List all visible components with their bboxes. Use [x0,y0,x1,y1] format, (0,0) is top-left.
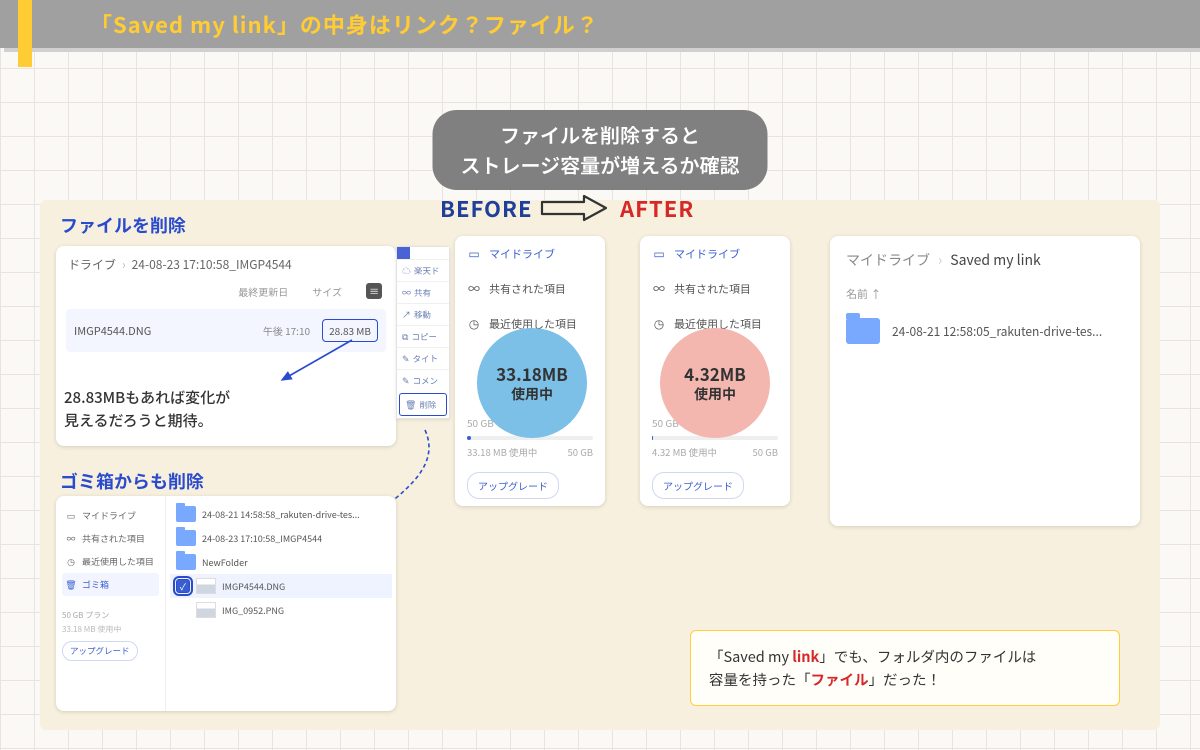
file-delete-card: ドライブ › 24-08-23 17:10:58_IMGP4544 最終更新日 … [56,246,396,446]
file-modified: 午後 17:10 [263,323,310,338]
share-icon: ∞ [652,280,666,297]
clock-icon: ◷ [652,315,666,332]
breadcrumb-leaf[interactable]: 24-08-23 17:10:58_IMGP4544 [132,256,292,273]
list-item[interactable]: 24-08-21 14:58:58_rakuten-drive-tes... [170,502,392,526]
upgrade-button[interactable]: アップグレード [467,472,559,499]
folder-icon [176,530,196,546]
stage: ファイルを削除 ゴミ箱からも削除 BEFORE AFTER ドライブ › 24-… [40,200,1160,730]
bubble-unit: 使用中 [694,385,736,403]
folder-icon [846,318,880,344]
sub-heading-text: ファイルを削除すると ストレージ容量が増えるか確認 [461,120,740,179]
file-name: IMGP4544.DNG [74,323,151,339]
share-icon: ∞ [65,532,77,545]
sidebar-item-recent[interactable]: ◷最近使用した項目 [62,550,159,573]
upgrade-button[interactable]: アップグレード [652,472,744,499]
label-before: BEFORE [440,192,532,224]
storage-usage-line: 4.32 MB 使用中50 GB [640,442,790,462]
trash-list: 24-08-21 14:58:58_rakuten-drive-tes... 2… [166,496,396,711]
menu-item-share[interactable]: ∞共有 [397,281,449,303]
drive-icon: ▭ [467,245,481,262]
list-item-selected[interactable]: ✓IMGP4544.DNG [170,574,392,598]
conclusion-box: 「Saved my link」でも、フォルダ内のファイルは 容量を持った「ファイ… [690,630,1120,706]
menu-item-copy[interactable]: ⧉コピー [397,325,449,347]
page-header: 「Saved my link」の中身はリンク？ファイル？ [0,0,1200,48]
label-after: AFTER [620,192,694,224]
bubble-value: 33.18MB [496,363,568,385]
sidebar-plan: 50 GB プラン [62,610,159,621]
breadcrumb-leaf[interactable]: Saved my link [950,250,1040,270]
drive-icon: ▭ [65,509,77,522]
sidebar-usage: 33.18 MB 使用中 [62,624,159,635]
sub-heading: ファイルを削除すると ストレージ容量が増えるか確認 [433,110,768,190]
col-modified[interactable]: 最終更新日 [238,284,288,299]
label-delete-trash: ゴミ箱からも削除 [60,468,204,494]
image-thumb-icon [196,578,216,594]
breadcrumb[interactable]: ドライブ › 24-08-23 17:10:58_IMGP4544 [56,246,396,279]
item-name: 24-08-21 12:58:05_rakuten-drive-tes... [892,323,1102,340]
sidebar-item-shared[interactable]: ∞共有された項目 [455,271,605,306]
list-item[interactable]: IMG_0952.PNG [170,598,392,622]
usage-bubble-after: 4.32MB 使用中 [660,328,770,438]
bubble-unit: 使用中 [511,385,553,403]
breadcrumb[interactable]: マイドライブ › Saved my link [830,236,1140,274]
chevron-right-icon: › [938,250,942,270]
list-view-toggle-icon[interactable]: ≡ [366,283,382,299]
list-item[interactable]: NewFolder [170,550,392,574]
upgrade-button[interactable]: アップグレード [62,641,138,661]
after-drive-card: マイドライブ › Saved my link 名前 ↑ 24-08-21 12:… [830,236,1140,526]
folder-icon [176,554,196,570]
annotation-note: 28.83MBもあれば変化が 見えるだろうと期待。 [64,387,230,432]
menu-item-comment[interactable]: ✎コメン [397,369,449,391]
bubble-value: 4.32MB [684,363,746,385]
share-icon: ∞ [467,280,481,297]
folder-icon [176,506,196,522]
before-after-arrow-icon [540,194,610,222]
sidebar-item-mydrive[interactable]: ▭マイドライブ [62,504,159,527]
list-item[interactable]: 24-08-23 17:10:58_IMGP4544 [170,526,392,550]
trash-icon: 🗑 [65,578,77,591]
clock-icon: ◷ [467,315,481,332]
usage-bubble-before: 33.18MB 使用中 [477,328,587,438]
column-headers: 最終更新日 サイズ ≡ [56,279,396,303]
drive-icon: ▭ [652,245,666,262]
menu-item-rename[interactable]: ✎タイト [397,347,449,369]
trash-card: ▭マイドライブ ∞共有された項目 ◷最近使用した項目 🗑ゴミ箱 50 GB プラ… [56,496,396,711]
page-title: 「Saved my link」の中身はリンク？ファイル？ [90,8,599,40]
context-menu: ☁楽天ド ∞共有 ↗移動 ⧉コピー ✎タイト ✎コメン 🗑削除 [396,246,450,419]
sidebar-item-mydrive[interactable]: ▭マイドライブ [455,236,605,271]
file-row[interactable]: IMGP4544.DNG 午後 17:10 28.83 MB [66,309,386,352]
sidebar-item-shared[interactable]: ∞共有された項目 [62,527,159,550]
breadcrumb-root[interactable]: ドライブ [68,256,116,273]
image-thumb-icon [196,602,216,618]
list-item[interactable]: 24-08-21 12:58:05_rakuten-drive-tes... [830,308,1140,354]
chevron-right-icon: › [122,256,126,273]
file-size-highlight: 28.83 MB [322,319,378,342]
breadcrumb-root[interactable]: マイドライブ [846,250,930,270]
menu-item-move[interactable]: ↗移動 [397,303,449,325]
clock-icon: ◷ [65,555,77,568]
sidebar: ▭マイドライブ ∞共有された項目 ◷最近使用した項目 🗑ゴミ箱 50 GB プラ… [56,496,166,711]
col-name[interactable]: 名前 ↑ [830,274,1140,308]
checkbox-checked-icon[interactable]: ✓ [176,579,190,593]
sidebar-item-trash[interactable]: 🗑ゴミ箱 [62,573,159,596]
storage-usage-line: 33.18 MB 使用中50 GB [455,442,605,462]
trash-icon: 🗑 [405,398,416,411]
accent-bar [18,0,32,67]
sidebar-item-shared[interactable]: ∞共有された項目 [640,271,790,306]
sidebar-item-mydrive[interactable]: ▭マイドライブ [640,236,790,271]
menu-item-delete[interactable]: 🗑削除 [399,393,447,416]
menu-item-rakuten[interactable]: ☁楽天ド [397,259,449,281]
label-delete-files: ファイルを削除 [60,212,186,238]
col-size[interactable]: サイズ [312,284,342,299]
